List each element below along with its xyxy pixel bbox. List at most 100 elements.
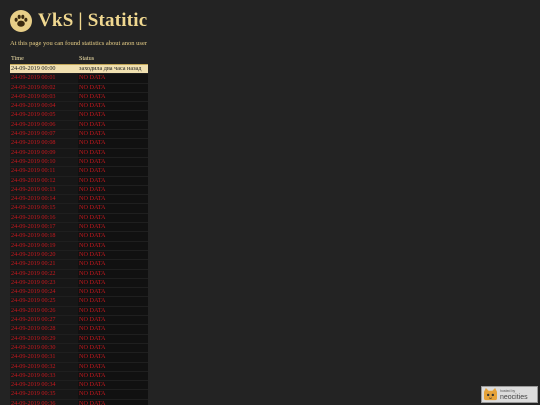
table-row: 24-09-2019 00:02 NO DATA <box>10 83 148 93</box>
status-cell: NO DATA <box>78 371 148 382</box>
status-cell: NO DATA <box>78 287 148 298</box>
stats-table: Time Status 24-09-2019 00:00 заходила два… <box>10 55 148 405</box>
table-row: 24-09-2019 00:07 NO DATA <box>10 129 148 140</box>
table-row: 24-09-2019 00:24 NO DATA <box>10 287 148 298</box>
table-row: 24-09-2019 00:19 NO DATA <box>10 241 148 251</box>
time-cell: 24-09-2019 00:32 <box>10 362 78 372</box>
time-cell: 24-09-2019 00:05 <box>10 110 78 121</box>
table-row: 24-09-2019 00:09 NO DATA <box>10 148 148 158</box>
page-subtitle: At this page you can found statistics ab… <box>10 40 148 47</box>
status-cell: заходила два часа назад <box>78 64 148 75</box>
neocities-badge[interactable]: hosted by neocities <box>481 386 538 403</box>
time-cell: 24-09-2019 00:01 <box>10 73 78 84</box>
status-cell: NO DATA <box>78 157 148 168</box>
time-cell: 24-09-2019 00:24 <box>10 287 78 298</box>
time-cell: 24-09-2019 00:15 <box>10 203 78 214</box>
table-row: 24-09-2019 00:34 NO DATA <box>10 380 148 391</box>
table-row: 24-09-2019 00:20 NO DATA <box>10 250 148 261</box>
table-row: 24-09-2019 00:08 NO DATA <box>10 138 148 149</box>
table-row: 24-09-2019 00:18 NO DATA <box>10 231 148 242</box>
status-cell: NO DATA <box>78 324 148 335</box>
status-cell: NO DATA <box>78 231 148 242</box>
table-row: 24-09-2019 00:13 NO DATA <box>10 185 148 196</box>
time-cell: 24-09-2019 00:10 <box>10 157 78 168</box>
table-row: 24-09-2019 00:32 NO DATA <box>10 362 148 372</box>
table-row: 24-09-2019 00:17 NO DATA <box>10 222 148 233</box>
time-cell: 24-09-2019 00:07 <box>10 129 78 140</box>
status-cell: NO DATA <box>78 269 148 279</box>
status-cell: NO DATA <box>78 83 148 93</box>
column-header-status: Status <box>78 55 148 65</box>
table-row: 24-09-2019 00:29 NO DATA <box>10 334 148 344</box>
status-cell: NO DATA <box>78 194 148 205</box>
time-cell: 24-09-2019 00:18 <box>10 231 78 242</box>
table-row: 24-09-2019 00:25 NO DATA <box>10 296 148 307</box>
page-header: VkS | Statitic <box>10 10 147 32</box>
status-cell: NO DATA <box>78 250 148 261</box>
table-row: 24-09-2019 00:00 заходила два часа назад <box>10 64 148 75</box>
time-cell: 24-09-2019 00:34 <box>10 380 78 391</box>
table-row: 24-09-2019 00:06 NO DATA <box>10 120 148 131</box>
time-cell: 24-09-2019 00:16 <box>10 213 78 224</box>
time-cell: 24-09-2019 00:14 <box>10 194 78 205</box>
table-row: 24-09-2019 00:12 NO DATA <box>10 176 148 186</box>
time-cell: 24-09-2019 00:26 <box>10 306 78 317</box>
table-row: 24-09-2019 00:30 NO DATA <box>10 343 148 354</box>
time-cell: 24-09-2019 00:22 <box>10 269 78 279</box>
status-cell: NO DATA <box>78 389 148 400</box>
status-cell: NO DATA <box>78 296 148 307</box>
table-header-row: Time Status <box>10 55 148 65</box>
time-cell: 24-09-2019 00:12 <box>10 176 78 186</box>
table-row: 24-09-2019 00:22 NO DATA <box>10 269 148 279</box>
table-row: 24-09-2019 00:35 NO DATA <box>10 389 148 400</box>
table-row: 24-09-2019 00:03 NO DATA <box>10 92 148 103</box>
table-row: 24-09-2019 00:04 NO DATA <box>10 101 148 112</box>
time-cell: 24-09-2019 00:02 <box>10 83 78 93</box>
status-cell: NO DATA <box>78 380 148 391</box>
table-row: 24-09-2019 00:15 NO DATA <box>10 203 148 214</box>
time-cell: 24-09-2019 00:03 <box>10 92 78 103</box>
time-cell: 24-09-2019 00:11 <box>10 166 78 177</box>
table-row: 24-09-2019 00:16 NO DATA <box>10 213 148 224</box>
status-cell: NO DATA <box>78 92 148 103</box>
table-row: 24-09-2019 00:33 NO DATA <box>10 371 148 382</box>
time-cell: 24-09-2019 00:28 <box>10 324 78 335</box>
status-cell: NO DATA <box>78 259 148 270</box>
time-cell: 24-09-2019 00:36 <box>10 399 78 405</box>
status-cell: NO DATA <box>78 166 148 177</box>
status-cell: NO DATA <box>78 306 148 317</box>
status-cell: NO DATA <box>78 148 148 158</box>
time-cell: 24-09-2019 00:09 <box>10 148 78 158</box>
time-cell: 24-09-2019 00:13 <box>10 185 78 196</box>
status-cell: NO DATA <box>78 315 148 326</box>
status-cell: NO DATA <box>78 203 148 214</box>
time-cell: 24-09-2019 00:30 <box>10 343 78 354</box>
table-row: 24-09-2019 00:26 NO DATA <box>10 306 148 317</box>
status-cell: NO DATA <box>78 101 148 112</box>
time-cell: 24-09-2019 00:04 <box>10 101 78 112</box>
status-cell: NO DATA <box>78 399 148 405</box>
status-cell: NO DATA <box>78 129 148 140</box>
time-cell: 24-09-2019 00:17 <box>10 222 78 233</box>
status-cell: NO DATA <box>78 352 148 363</box>
time-cell: 24-09-2019 00:20 <box>10 250 78 261</box>
status-cell: NO DATA <box>78 334 148 344</box>
table-row: 24-09-2019 00:11 NO DATA <box>10 166 148 177</box>
status-cell: NO DATA <box>78 362 148 372</box>
table-row: 24-09-2019 00:21 NO DATA <box>10 259 148 270</box>
table-row: 24-09-2019 00:14 NO DATA <box>10 194 148 205</box>
badge-neocities-label: neocities <box>500 393 528 401</box>
status-cell: NO DATA <box>78 138 148 149</box>
time-cell: 24-09-2019 00:29 <box>10 334 78 344</box>
status-cell: NO DATA <box>78 176 148 186</box>
table-row: 24-09-2019 00:31 NO DATA <box>10 352 148 363</box>
time-cell: 24-09-2019 00:21 <box>10 259 78 270</box>
table-row: 24-09-2019 00:28 NO DATA <box>10 324 148 335</box>
status-cell: NO DATA <box>78 343 148 354</box>
table-row: 24-09-2019 00:27 NO DATA <box>10 315 148 326</box>
status-cell: NO DATA <box>78 213 148 224</box>
time-cell: 24-09-2019 00:08 <box>10 138 78 149</box>
paw-icon <box>10 10 32 32</box>
status-cell: NO DATA <box>78 120 148 131</box>
neocities-cat-icon <box>484 388 497 401</box>
